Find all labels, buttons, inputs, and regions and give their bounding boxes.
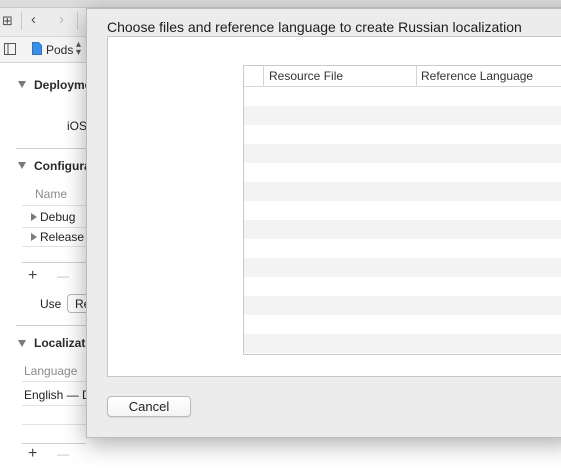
disclosure-triangle[interactable] — [31, 213, 37, 221]
toolbar-separator — [21, 12, 22, 30]
localizations-section-title: Localizati — [34, 336, 89, 350]
table-header: Resource File Reference Language — [244, 65, 561, 87]
table-row — [244, 201, 561, 220]
disclosure-triangle[interactable] — [18, 162, 26, 169]
checkbox-column-header[interactable] — [244, 66, 264, 86]
table-divider — [22, 381, 86, 382]
configuration-release[interactable]: Release — [40, 230, 84, 244]
table-divider — [22, 405, 86, 406]
localization-sheet: Choose files and reference language to c… — [86, 8, 561, 438]
disclosure-triangle[interactable] — [31, 233, 37, 241]
chevron-left-icon[interactable]: ‹ — [31, 12, 36, 28]
configuration-debug[interactable]: Debug — [40, 210, 75, 224]
disclosure-triangle[interactable] — [18, 340, 26, 347]
table-divider — [22, 424, 86, 425]
configurations-section-title: Configura — [34, 159, 91, 173]
table-divider — [22, 205, 86, 206]
table-row — [244, 220, 561, 239]
table-bottom-border — [22, 262, 86, 263]
sidebar-toggle-icon[interactable] — [4, 43, 16, 55]
disclosure-triangle[interactable] — [18, 81, 26, 88]
xcode-window: ⊞ ‹ › Pods ▴ ▾ Deployme iOS Configura Nam… — [0, 0, 561, 473]
table-row — [244, 315, 561, 334]
remove-language-button[interactable]: — — [57, 446, 69, 462]
reference-language-column-header[interactable]: Reference Language — [417, 66, 561, 86]
ios-label: iOS — [67, 119, 88, 133]
chevron-right-icon[interactable]: › — [59, 12, 64, 28]
grid-icon[interactable]: ⊞ — [2, 13, 13, 29]
sheet-title: Choose files and reference language to c… — [107, 19, 522, 35]
table-body — [244, 87, 561, 354]
use-label: Use — [40, 297, 62, 311]
table-row — [244, 106, 561, 125]
cancel-button[interactable]: Cancel — [107, 396, 191, 417]
document-icon — [32, 42, 42, 55]
file-selection-panel: Resource File Reference Language — [107, 36, 561, 377]
language-column-header: Language — [24, 364, 78, 378]
chevron-updown-icon: ▴ ▾ — [76, 39, 82, 58]
table-row — [244, 334, 561, 353]
title-bar — [0, 0, 561, 8]
table-row — [244, 296, 561, 315]
table-row — [244, 144, 561, 163]
table-row — [244, 163, 561, 182]
table-bottom-border — [22, 443, 86, 444]
table-divider — [22, 227, 86, 228]
language-english[interactable]: English — D — [24, 388, 91, 402]
table-row — [244, 277, 561, 296]
table-divider — [22, 246, 86, 247]
toolbar-separator — [77, 12, 78, 30]
section-divider — [16, 325, 86, 326]
resource-file-column-header[interactable]: Resource File — [264, 66, 417, 86]
section-divider — [16, 148, 86, 149]
breadcrumb-project[interactable]: Pods — [46, 43, 73, 57]
table-row — [244, 258, 561, 277]
add-language-button[interactable]: + — [28, 446, 37, 462]
table-row — [244, 182, 561, 201]
remove-configuration-button[interactable]: — — [57, 268, 69, 284]
table-row — [244, 87, 561, 106]
name-column-header: Name — [35, 187, 68, 201]
resource-file-table[interactable]: Resource File Reference Language — [243, 65, 561, 355]
table-row — [244, 125, 561, 144]
table-row — [244, 239, 561, 258]
add-configuration-button[interactable]: + — [28, 268, 37, 284]
deployment-section-title: Deployme — [34, 78, 92, 92]
